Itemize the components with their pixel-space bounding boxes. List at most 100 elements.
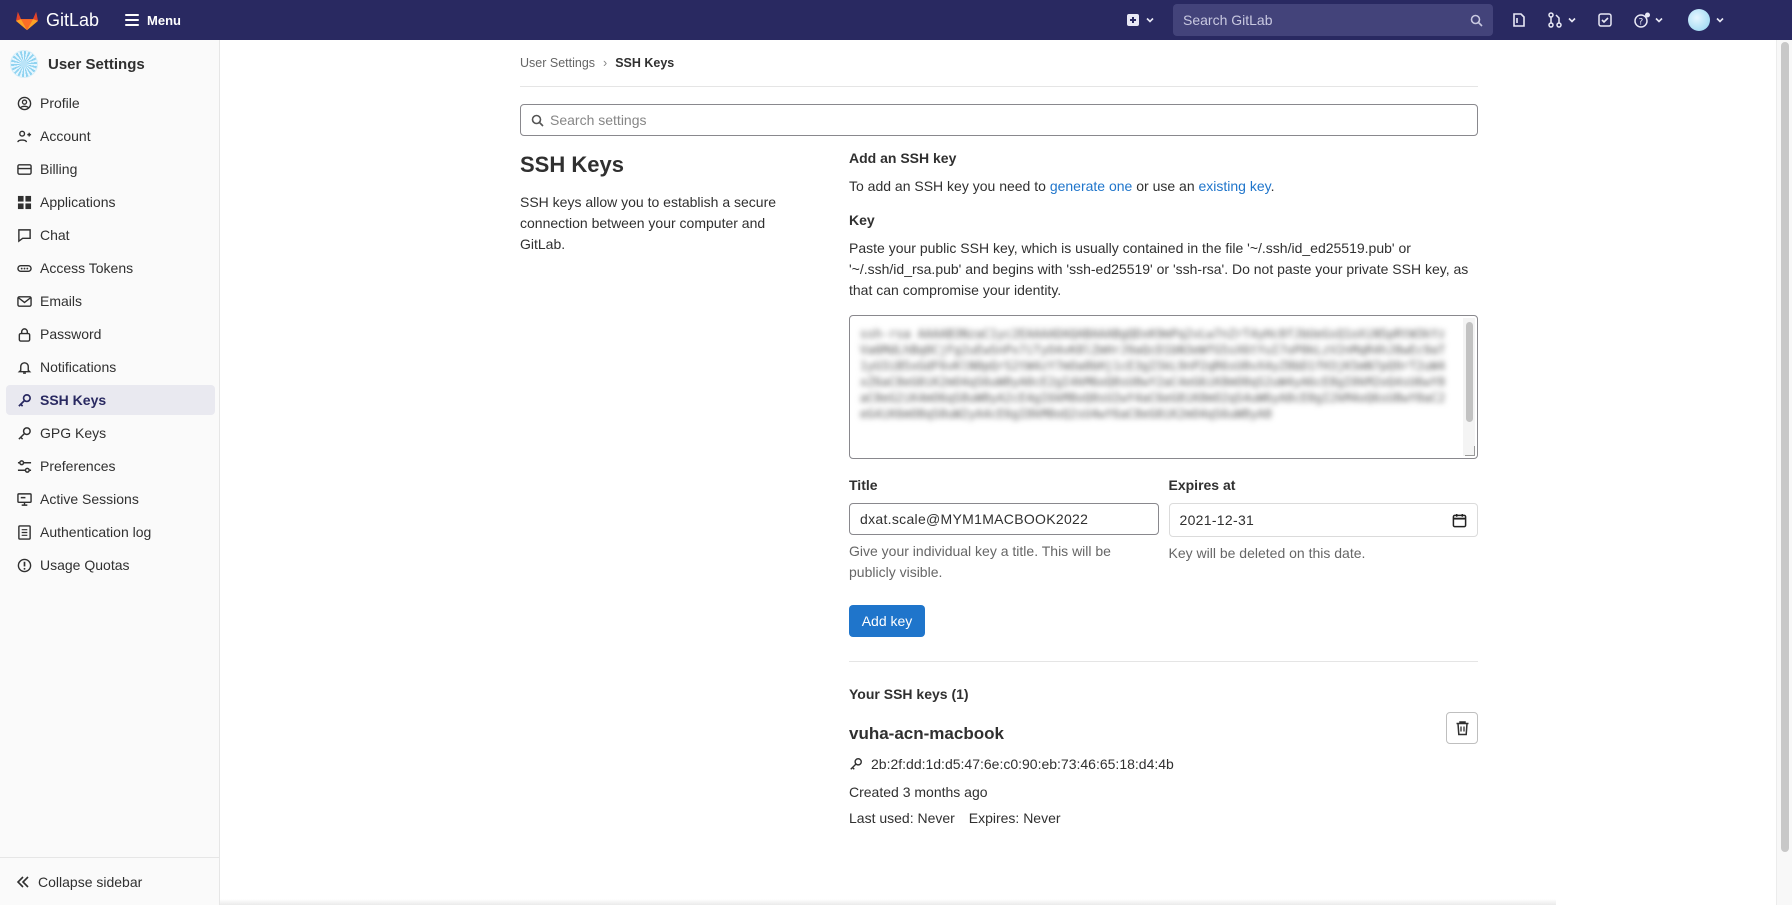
key-help-text: Paste your public SSH key, which is usua…	[849, 240, 1469, 298]
new-dropdown[interactable]	[1126, 13, 1155, 27]
ssh-key-expires: Expires: Never	[968, 810, 1061, 826]
top-right-controls: ?	[1126, 0, 1725, 40]
form-title: Add an SSH key	[849, 150, 957, 166]
sidebar-item-profile[interactable]: Profile	[6, 88, 215, 118]
ssh-key-title[interactable]: vuha-acn-macbook	[849, 724, 1478, 744]
settings-sidebar: User Settings Profile Account Billing Ap…	[0, 40, 220, 905]
todos-button[interactable]	[1597, 12, 1613, 28]
settings-search-input[interactable]	[550, 112, 1450, 128]
ssh-key-usage: Last used: Never Expires: Never	[849, 810, 1478, 826]
help-icon: ?	[1634, 12, 1650, 28]
expires-label: Expires at	[1168, 477, 1236, 493]
global-search-input[interactable]	[1183, 12, 1453, 28]
sidebar-item-access-tokens[interactable]: Access Tokens	[6, 253, 215, 283]
log-icon	[16, 524, 32, 540]
sidebar-item-label: Notifications	[40, 359, 117, 375]
todo-check-icon	[1598, 13, 1612, 27]
mail-icon	[16, 293, 32, 309]
collapse-sidebar-label: Collapse sidebar	[38, 873, 143, 890]
merge-requests-dropdown[interactable]	[1547, 12, 1577, 28]
textarea-scroll-thumb[interactable]	[1466, 322, 1473, 422]
sidebar-item-gpg-keys[interactable]: GPG Keys	[6, 418, 215, 448]
bell-icon	[16, 359, 32, 375]
sidebar-item-preferences[interactable]: Preferences	[6, 451, 215, 481]
search-icon	[1470, 14, 1483, 27]
collapse-sidebar-button[interactable]: Collapse sidebar	[0, 857, 219, 905]
profile-icon	[16, 95, 32, 111]
sidebar-item-label: Usage Quotas	[40, 557, 130, 573]
sidebar-header[interactable]: User Settings	[0, 40, 219, 88]
generate-one-link[interactable]: generate one	[1050, 178, 1133, 194]
sidebar-item-emails[interactable]: Emails	[6, 286, 215, 316]
title-hint: Give your individual key a title. This w…	[849, 543, 1111, 580]
sidebar-item-label: Preferences	[40, 458, 116, 474]
breadcrumb: User Settings › SSH Keys	[520, 56, 674, 70]
ssh-key-fingerprint: 2b:2f:dd:1d:d5:47:6e:c0:90:eb:73:46:65:1…	[849, 756, 1478, 772]
settings-search[interactable]	[520, 104, 1478, 136]
breadcrumb-parent[interactable]: User Settings	[520, 56, 595, 70]
key-icon	[849, 757, 863, 771]
sidebar-title: User Settings	[48, 55, 145, 73]
sidebar-item-label: Active Sessions	[40, 491, 139, 507]
sidebar-item-account[interactable]: Account	[6, 121, 215, 151]
sidebar-item-active-sessions[interactable]: Active Sessions	[6, 484, 215, 514]
chevron-right-icon: ›	[603, 56, 608, 70]
title-input-wrapper[interactable]	[849, 503, 1159, 535]
page-scrollbar[interactable]	[1776, 40, 1792, 905]
title-input[interactable]	[860, 511, 1130, 527]
page-scroll-thumb[interactable]	[1781, 42, 1789, 852]
title-label: Title	[849, 477, 878, 493]
global-search[interactable]	[1173, 4, 1493, 36]
lock-icon	[16, 326, 32, 342]
monitor-icon	[16, 491, 32, 507]
double-chevron-left-icon	[16, 875, 30, 889]
sidebar-item-ssh-keys[interactable]: SSH Keys	[6, 385, 215, 415]
sidebar-item-label: Chat	[40, 227, 70, 243]
chevron-down-icon	[1146, 17, 1154, 23]
key-fields-row: Title Give your individual key a title. …	[849, 477, 1478, 583]
key-icon	[16, 392, 32, 408]
breadcrumb-current[interactable]: SSH Keys	[615, 56, 674, 70]
help-dropdown[interactable]: ?	[1633, 12, 1664, 28]
sidebar-item-usage-quotas[interactable]: Usage Quotas	[6, 550, 215, 580]
sidebar-item-label: Password	[40, 326, 102, 342]
issues-button[interactable]	[1511, 12, 1527, 28]
main-content: User Settings › SSH Keys SSH Keys SSH ke…	[220, 40, 1776, 905]
sidebar-item-label: SSH Keys	[40, 392, 107, 408]
menu-button[interactable]: Menu	[125, 13, 181, 28]
sidebar-item-billing[interactable]: Billing	[6, 154, 215, 184]
plus-square-icon	[1127, 14, 1139, 26]
gitlab-logo[interactable]: GitLab	[14, 9, 99, 31]
your-ssh-keys-heading: Your SSH keys (1)	[849, 686, 969, 702]
expires-hint: Key will be deleted on this date.	[1168, 545, 1366, 561]
sidebar-item-authentication-log[interactable]: Authentication log	[6, 517, 215, 547]
calendar-icon[interactable]	[1452, 513, 1467, 528]
resize-handle[interactable]	[1465, 446, 1475, 456]
sidebar-item-applications[interactable]: Applications	[6, 187, 215, 217]
search-icon	[531, 114, 544, 127]
chat-icon	[16, 227, 32, 243]
divider	[520, 86, 1478, 87]
sidebar-item-password[interactable]: Password	[6, 319, 215, 349]
trash-icon	[1456, 721, 1468, 736]
sidebar-item-label: GPG Keys	[40, 425, 107, 441]
chevron-down-icon	[1716, 17, 1724, 23]
page-title: SSH Keys	[520, 152, 624, 177]
sidebar-item-notifications[interactable]: Notifications	[6, 352, 215, 382]
sidebar-item-chat[interactable]: Chat	[6, 220, 215, 250]
top-navbar: GitLab Menu ?	[0, 0, 1792, 40]
menu-label: Menu	[147, 12, 181, 28]
page-description: SSH keys allow you to establish a secure…	[520, 194, 777, 252]
add-ssh-key-form: Add an SSH key To add an SSH key you nee…	[849, 150, 1478, 826]
delete-key-button[interactable]	[1446, 712, 1478, 744]
expires-field-group: Expires at 2021-12-31 Key will be delete…	[1168, 477, 1478, 583]
expires-date-input[interactable]: 2021-12-31	[1168, 503, 1478, 537]
divider	[849, 661, 1478, 662]
user-menu[interactable]	[1688, 9, 1725, 31]
key-icon	[16, 425, 32, 441]
add-key-button[interactable]: Add key	[849, 605, 925, 637]
gitlab-fox-icon	[16, 11, 38, 31]
list-item: vuha-acn-macbook 2b:2f:dd:1d:d5:47:6e:c0…	[849, 712, 1478, 826]
existing-key-link[interactable]: existing key	[1199, 178, 1271, 194]
key-textarea[interactable]: ssh-rsa AAAAB3NzaC1yc2EAAAADAQABAAABgQDx…	[849, 315, 1478, 459]
